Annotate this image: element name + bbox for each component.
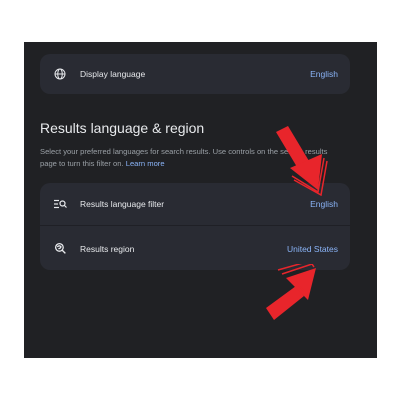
results-section-heading: Results language & region: [40, 120, 205, 136]
results-settings-card: Results language filter English Results …: [40, 183, 350, 270]
display-language-card: Display language English: [40, 54, 350, 94]
annotation-arrow-down-icon: [276, 126, 328, 196]
learn-more-link[interactable]: Learn more: [126, 159, 165, 168]
settings-panel: Display language English Results languag…: [24, 42, 377, 358]
annotation-arrow-up-icon: [266, 264, 316, 320]
globe-icon: [52, 66, 68, 82]
language-filter-icon: [52, 196, 68, 212]
display-language-row[interactable]: Display language English: [40, 54, 350, 94]
results-region-label: Results region: [80, 243, 135, 254]
results-language-filter-label: Results language filter: [80, 199, 165, 209]
results-language-filter-value[interactable]: English: [310, 199, 338, 209]
results-region-value[interactable]: United States: [287, 244, 338, 254]
region-search-icon: [52, 241, 68, 257]
display-language-value[interactable]: English: [310, 69, 338, 79]
display-language-label: Display language: [80, 69, 146, 79]
